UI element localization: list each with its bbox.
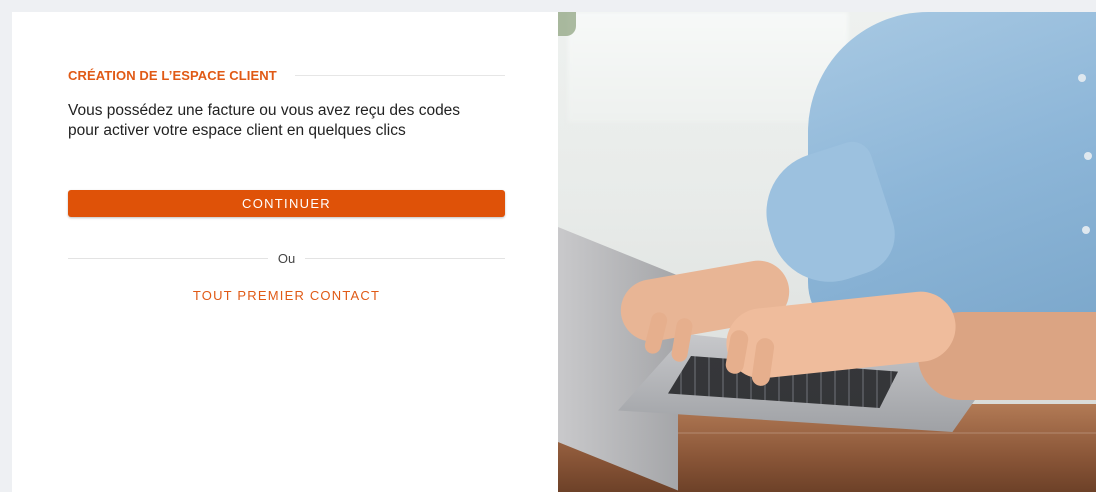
or-divider: Ou [68,250,505,266]
or-label: Ou [277,250,296,266]
section-title: CRÉATION DE L’ESPACE CLIENT [68,67,277,83]
title-divider [294,74,505,76]
shirt-button [1084,152,1092,160]
page-frame: CRÉATION DE L’ESPACE CLIENT Vous posséde… [12,12,1096,492]
continue-button[interactable]: CONTINUER [68,190,505,217]
first-contact-link[interactable]: TOUT PREMIER CONTACT [68,288,505,303]
intro-text: Vous possédez une facture ou vous avez r… [68,102,461,139]
divider-line-right [305,257,505,259]
shirt-button [1078,74,1086,82]
divider-line-left [68,257,268,259]
shirt-button [1082,226,1090,234]
content-panel: CRÉATION DE L’ESPACE CLIENT Vous posséde… [12,12,558,492]
background-window-light [568,12,848,122]
section-header: CRÉATION DE L’ESPACE CLIENT [68,67,505,83]
background-plant [558,12,576,36]
hero-image-laptop-typing [558,12,1096,492]
